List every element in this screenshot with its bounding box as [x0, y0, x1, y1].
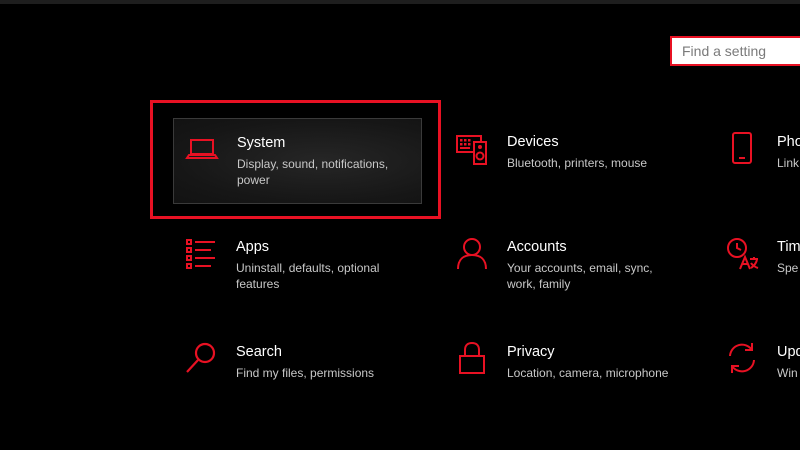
tile-description: Uninstall, defaults, optional features: [236, 261, 380, 291]
tile-search[interactable]: Search Find my files, permissions: [173, 328, 423, 414]
keyboard-speaker-icon: [454, 130, 490, 166]
tile-description: Location, camera, microphone: [507, 366, 669, 380]
tile-time-language[interactable]: Tim Spe: [714, 223, 800, 309]
search-input[interactable]: [672, 38, 800, 64]
search-icon: [183, 340, 219, 376]
tile-title: Apps: [236, 239, 270, 255]
list-icon: [183, 235, 219, 271]
tile-description: Display, sound, notifications, power: [237, 157, 389, 187]
tile-description: Spe: [777, 261, 799, 275]
tile-description: Link: [777, 156, 800, 170]
tile-title: Devices: [507, 134, 559, 150]
time-language-icon: [724, 235, 760, 271]
tile-privacy[interactable]: Privacy Location, camera, microphone: [444, 328, 694, 414]
tile-accounts[interactable]: Accounts Your accounts, email, sync, wor…: [444, 223, 694, 309]
tile-title: Pho: [777, 134, 800, 150]
tile-title: Accounts: [507, 239, 567, 255]
tile-description: Your accounts, email, sync, work, family: [507, 261, 653, 291]
tile-update-security[interactable]: Upd Win back: [714, 328, 800, 414]
title-bar: [0, 0, 800, 4]
tile-title: Tim: [777, 239, 800, 255]
tile-description: Find my files, permissions: [236, 366, 375, 380]
tile-system[interactable]: System Display, sound, notifications, po…: [173, 118, 422, 204]
phone-icon: [724, 130, 760, 166]
tile-phone[interactable]: Pho Link: [714, 118, 800, 204]
tile-title: Privacy: [507, 344, 555, 360]
tile-title: Upd: [777, 344, 800, 360]
tile-description: Win back: [777, 366, 800, 380]
tile-title: System: [237, 135, 286, 151]
tile-description: Bluetooth, printers, mouse: [507, 156, 648, 170]
search-box[interactable]: [670, 36, 800, 66]
tile-devices[interactable]: Devices Bluetooth, printers, mouse: [444, 118, 694, 204]
tile-title: Search: [236, 344, 282, 360]
person-icon: [454, 235, 490, 271]
tile-apps[interactable]: Apps Uninstall, defaults, optional featu…: [173, 223, 423, 309]
refresh-icon: [724, 340, 760, 376]
lock-icon: [454, 340, 490, 376]
laptop-icon: [184, 131, 220, 167]
